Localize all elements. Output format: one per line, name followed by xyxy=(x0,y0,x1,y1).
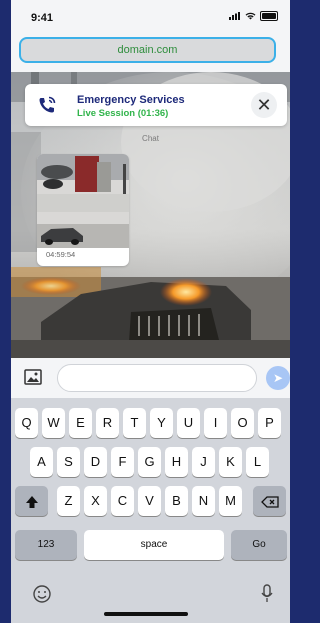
key-c[interactable]: C xyxy=(111,486,134,516)
space-key[interactable]: space xyxy=(84,530,224,560)
close-button[interactable]: ✕ xyxy=(251,92,277,118)
call-card: Emergency Services Live Session (01:36) … xyxy=(25,84,287,126)
key-x[interactable]: X xyxy=(84,486,107,516)
key-d[interactable]: D xyxy=(84,447,107,477)
caller-name: Emergency Services xyxy=(77,94,185,106)
key-r[interactable]: R xyxy=(96,408,119,438)
phone-ringing-icon xyxy=(39,96,56,113)
message-timestamp: 04:59:54 xyxy=(46,250,76,259)
key-l[interactable]: L xyxy=(246,447,269,477)
phone-screen: 9:41 domain.com Emergency Services Live … xyxy=(11,0,290,623)
url-bar[interactable]: domain.com xyxy=(19,37,276,63)
shift-icon xyxy=(25,495,38,508)
home-indicator xyxy=(104,612,188,616)
message-photo[interactable] xyxy=(37,154,129,248)
key-q[interactable]: Q xyxy=(15,408,38,438)
battery-icon xyxy=(260,11,278,22)
key-h[interactable]: H xyxy=(165,447,188,477)
key-j[interactable]: J xyxy=(192,447,215,477)
message-composer: ➤ xyxy=(11,358,290,398)
message-input[interactable] xyxy=(57,364,257,392)
send-button[interactable]: ➤ xyxy=(266,366,290,390)
key-y[interactable]: Y xyxy=(150,408,173,438)
key-u[interactable]: U xyxy=(177,408,200,438)
image-icon[interactable] xyxy=(24,369,42,385)
key-t[interactable]: T xyxy=(123,408,146,438)
status-bar: 9:41 xyxy=(11,0,290,34)
key-p[interactable]: P xyxy=(258,408,281,438)
signal-icon xyxy=(229,12,241,21)
street-photo xyxy=(37,154,129,248)
session-status: Live Session (01:36) xyxy=(77,108,169,119)
status-icons xyxy=(229,11,278,22)
key-b[interactable]: B xyxy=(165,486,188,516)
browser-toolbar: domain.com xyxy=(11,34,290,72)
emoji-icon[interactable] xyxy=(33,585,51,603)
shift-key[interactable] xyxy=(15,486,48,516)
key-i[interactable]: I xyxy=(204,408,227,438)
close-icon: ✕ xyxy=(256,95,272,115)
key-s[interactable]: S xyxy=(57,447,80,477)
key-o[interactable]: O xyxy=(231,408,254,438)
go-key[interactable]: Go xyxy=(231,530,287,560)
status-time: 9:41 xyxy=(31,12,54,24)
wifi-icon xyxy=(245,13,256,20)
key-n[interactable]: N xyxy=(192,486,215,516)
key-m[interactable]: M xyxy=(219,486,242,516)
mic-icon[interactable] xyxy=(261,584,273,604)
video-feed: Emergency Services Live Session (01:36) … xyxy=(11,72,290,358)
backspace-key[interactable] xyxy=(253,486,286,516)
key-e[interactable]: E xyxy=(69,408,92,438)
key-k[interactable]: K xyxy=(219,447,242,477)
numbers-key[interactable]: 123 xyxy=(15,530,77,560)
send-icon: ➤ xyxy=(272,371,284,385)
key-z[interactable]: Z xyxy=(57,486,80,516)
key-g[interactable]: G xyxy=(138,447,161,477)
chat-image-message[interactable]: 04:59:54 xyxy=(37,154,129,266)
key-f[interactable]: F xyxy=(111,447,134,477)
backspace-icon xyxy=(260,495,279,508)
keyboard: Q W E R T Y U I O P A S D F G H J K L Z … xyxy=(11,398,290,623)
key-w[interactable]: W xyxy=(42,408,65,438)
chat-label: Chat xyxy=(142,134,159,143)
key-a[interactable]: A xyxy=(30,447,53,477)
key-v[interactable]: V xyxy=(138,486,161,516)
